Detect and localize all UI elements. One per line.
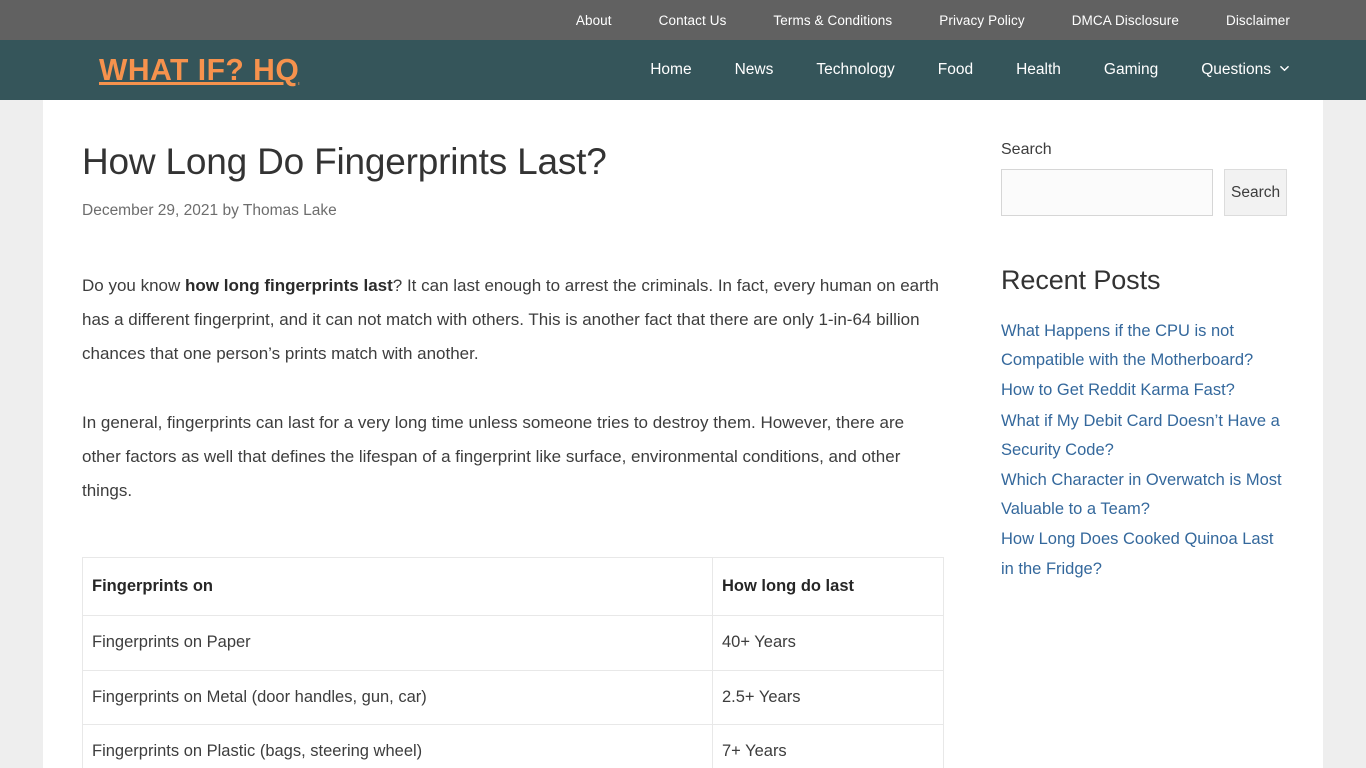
recent-post-link[interactable]: How Long Does Cooked Quinoa Last in the …	[1001, 530, 1273, 577]
post-by-text: by	[222, 202, 239, 220]
search-label: Search	[1001, 141, 1052, 158]
table-row: Fingerprints on Metal (door handles, gun…	[82, 669, 944, 725]
list-item: What Happens if the CPU is not Compatibl…	[1001, 317, 1283, 375]
search-input[interactable]	[1001, 169, 1213, 216]
search-widget: Search Search	[1001, 141, 1288, 216]
list-item: How to Get Reddit Karma Fast?	[1001, 376, 1283, 405]
main-navigation: Home News Technology Food Health Gaming …	[650, 61, 1323, 79]
nav-item-home-label: Home	[650, 61, 692, 78]
article-paragraph-1: Do you know how long fingerprints last? …	[82, 269, 942, 370]
nav-item-food-label: Food	[937, 61, 974, 78]
table-cell-surface: Fingerprints on Paper	[82, 615, 713, 671]
site-header: WHAT IF? HQ Home News Technology Food He…	[0, 40, 1366, 100]
nav-item-gaming[interactable]: Gaming	[1104, 61, 1158, 79]
search-button[interactable]: Search	[1224, 169, 1288, 216]
topbar-link-terms-and-conditions[interactable]: Terms & Conditions	[773, 13, 892, 28]
recent-post-link[interactable]: What if My Debit Card Doesn’t Have a Sec…	[1001, 412, 1280, 459]
nav-item-questions[interactable]: Questions	[1201, 61, 1289, 79]
table-cell-duration: 40+ Years	[712, 615, 944, 671]
post-author: Thomas Lake	[242, 202, 337, 220]
table-header-fingerprints-on: Fingerprints on	[82, 557, 713, 617]
content-layout: How Long Do Fingerprints Last? December …	[43, 100, 1323, 768]
table-row: Fingerprints on Paper 40+ Years	[82, 615, 944, 671]
nav-item-home[interactable]: Home	[650, 61, 691, 79]
nav-item-news-label: News	[734, 61, 774, 78]
nav-item-news[interactable]: News	[735, 61, 774, 79]
site-logo[interactable]: WHAT IF? HQ	[99, 52, 299, 88]
nav-item-food[interactable]: Food	[938, 61, 973, 79]
nav-item-gaming-label: Gaming	[1103, 61, 1159, 78]
table-header-row: Fingerprints on How long do last	[82, 557, 944, 617]
page-title: How Long Do Fingerprints Last?	[82, 141, 607, 182]
topbar-link-dmca-disclosure[interactable]: DMCA Disclosure	[1072, 13, 1179, 28]
recent-posts-title: Recent Posts	[1001, 265, 1161, 295]
topbar-link-privacy-policy[interactable]: Privacy Policy	[939, 13, 1024, 28]
top-utility-bar: About Contact Us Terms & Conditions Priv…	[0, 0, 1366, 40]
list-item: Which Character in Overwatch is Most Val…	[1001, 466, 1283, 524]
table-cell-duration: 2.5+ Years	[712, 669, 944, 725]
table-head: Fingerprints on How long do last	[82, 557, 944, 617]
recent-post-link[interactable]: What Happens if the CPU is not Compatibl…	[1001, 322, 1253, 369]
topbar-link-about[interactable]: About	[576, 13, 612, 28]
article-paragraph-2: In general, fingerprints can last for a …	[82, 412, 905, 500]
topbar-link-disclaimer[interactable]: Disclaimer	[1226, 13, 1290, 28]
nav-item-technology-label: Technology	[816, 61, 895, 78]
table-cell-surface: Fingerprints on Metal (door handles, gun…	[82, 669, 713, 725]
paragraph-1-bold-phrase: how long fingerprints last	[185, 276, 393, 296]
nav-item-health-label: Health	[1016, 61, 1061, 78]
table-header-how-long-do-last: How long do last	[712, 557, 944, 617]
sidebar: Search Search Recent Posts What Happens …	[943, 100, 1288, 768]
list-item: What if My Debit Card Doesn’t Have a Sec…	[1001, 407, 1283, 465]
table-row: Fingerprints on Plastic (bags, steering …	[82, 723, 944, 768]
post-meta: December 29, 2021 by Thomas Lake	[82, 202, 943, 220]
table-cell-duration: 7+ Years	[712, 723, 944, 768]
search-row: Search	[1001, 169, 1288, 216]
recent-post-link[interactable]: How to Get Reddit Karma Fast?	[1001, 381, 1235, 399]
article-column: How Long Do Fingerprints Last? December …	[43, 100, 944, 768]
recent-posts-list: What Happens if the CPU is not Compatibl…	[1001, 317, 1283, 584]
paragraph-1-lead: Do you know	[82, 276, 185, 296]
list-item: How Long Does Cooked Quinoa Last in the …	[1001, 525, 1283, 583]
chevron-down-icon	[1280, 64, 1289, 73]
table-cell-surface: Fingerprints on Plastic (bags, steering …	[82, 723, 713, 768]
nav-item-health[interactable]: Health	[1016, 61, 1061, 79]
post-date: December 29, 2021	[82, 202, 219, 220]
recent-post-link[interactable]: Which Character in Overwatch is Most Val…	[1001, 471, 1282, 518]
nav-item-technology[interactable]: Technology	[816, 61, 894, 79]
table-body: Fingerprints on Paper 40+ Years Fingerpr…	[82, 615, 944, 768]
fingerprint-duration-table: Fingerprints on How long do last Fingerp…	[82, 557, 944, 768]
nav-item-questions-label: Questions	[1201, 61, 1271, 78]
topbar-link-contact-us[interactable]: Contact Us	[659, 13, 727, 28]
page-container: How Long Do Fingerprints Last? December …	[43, 100, 1323, 768]
